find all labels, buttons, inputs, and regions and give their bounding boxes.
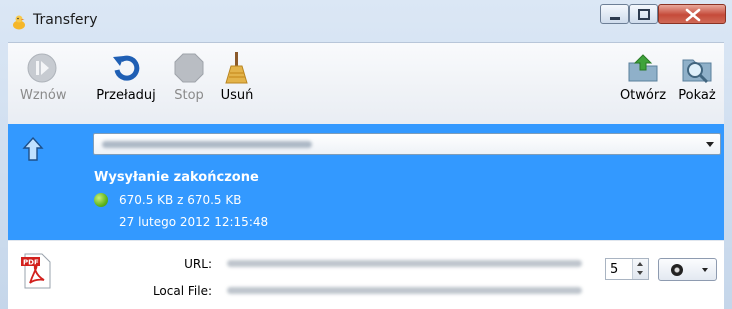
remove-label: Usuń bbox=[220, 88, 254, 103]
transfer-size: 670.5 KB z 670.5 KB bbox=[119, 193, 242, 207]
stop-button[interactable]: Stop bbox=[169, 51, 209, 103]
transfer-item-selected[interactable]: Wysyłanie zakończone 670.5 KB z 670.5 KB… bbox=[8, 124, 724, 240]
toolbar: Wznów Przeładuj Stop Usuń Otwórz Pokaż bbox=[8, 42, 724, 124]
resume-button[interactable]: Wznów bbox=[20, 51, 67, 103]
transfer-status: Wysyłanie zakończone bbox=[94, 170, 259, 185]
pdf-file-icon: PDF bbox=[21, 253, 51, 289]
upload-arrow-icon bbox=[22, 136, 44, 161]
transfer-item[interactable]: PDF URL: Local File: 5 bbox=[8, 240, 724, 309]
stepper-value: 5 bbox=[610, 262, 619, 277]
stepper-down-icon[interactable] bbox=[637, 271, 643, 275]
title-bar: Transfery bbox=[0, 0, 732, 42]
close-button[interactable] bbox=[658, 4, 726, 24]
maximize-icon bbox=[638, 9, 650, 20]
stepper-up-icon[interactable] bbox=[637, 262, 643, 266]
transfers-window: Transfery Wznów Przeładuj Stop Usuń Otwó… bbox=[0, 0, 732, 309]
search-folder-icon bbox=[682, 59, 712, 84]
resume-label: Wznów bbox=[20, 88, 67, 103]
open-button[interactable]: Otwórz bbox=[618, 51, 668, 103]
action-dropdown-button[interactable] bbox=[658, 258, 717, 281]
disc-icon bbox=[671, 264, 683, 276]
broom-icon bbox=[225, 52, 248, 84]
local-file-value-redacted bbox=[227, 287, 582, 294]
reload-button[interactable]: Przeładuj bbox=[93, 51, 159, 103]
close-icon bbox=[685, 8, 701, 22]
chevron-down-icon bbox=[702, 268, 708, 272]
minimize-button[interactable] bbox=[600, 4, 629, 24]
maximize-button[interactable] bbox=[629, 4, 658, 24]
open-folder-icon bbox=[628, 54, 658, 82]
stop-label: Stop bbox=[174, 88, 204, 103]
retries-stepper[interactable]: 5 bbox=[605, 258, 649, 280]
stepper-buttons[interactable] bbox=[632, 259, 648, 279]
stop-icon bbox=[174, 53, 204, 83]
remove-button[interactable]: Usuń bbox=[217, 51, 257, 103]
resume-icon bbox=[27, 53, 57, 83]
show-label: Pokaż bbox=[678, 88, 716, 103]
transfer-date: 27 lutego 2012 12:15:48 bbox=[119, 215, 269, 229]
reload-label: Przeładuj bbox=[96, 88, 156, 103]
redacted-filename bbox=[102, 141, 312, 148]
open-label: Otwórz bbox=[619, 88, 667, 103]
app-icon bbox=[13, 15, 25, 30]
window-title: Transfery bbox=[33, 12, 98, 28]
reload-icon bbox=[113, 55, 140, 81]
chevron-down-icon bbox=[706, 142, 714, 147]
url-value-redacted bbox=[227, 260, 582, 267]
minimize-icon bbox=[610, 17, 620, 20]
file-select[interactable] bbox=[93, 133, 721, 155]
local-file-label: Local File: bbox=[152, 284, 212, 298]
url-label: URL: bbox=[184, 257, 212, 271]
status-dot-icon bbox=[94, 193, 108, 207]
show-button[interactable]: Pokaż bbox=[675, 51, 719, 103]
